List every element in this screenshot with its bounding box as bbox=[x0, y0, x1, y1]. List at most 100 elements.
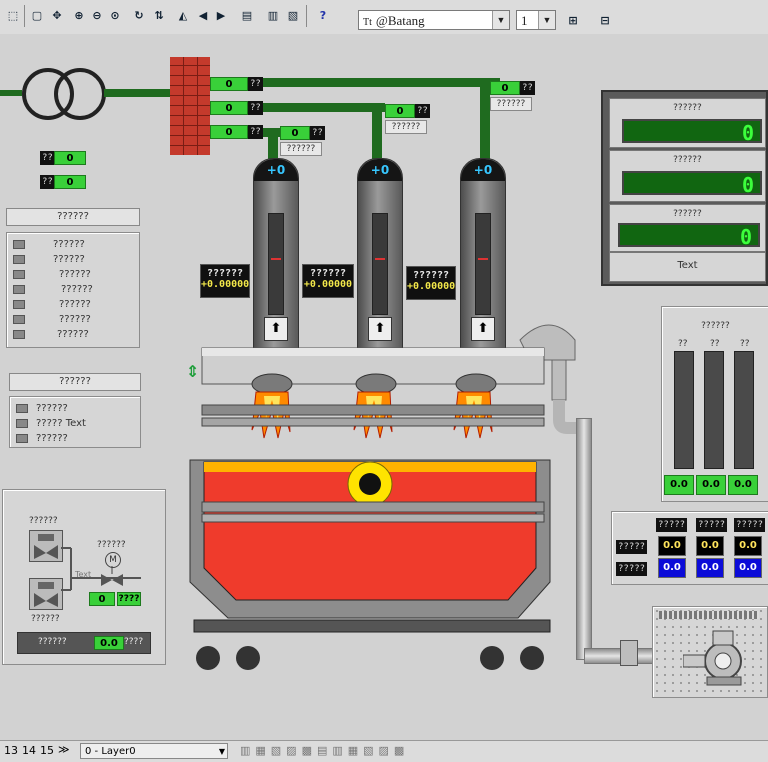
library-icon[interactable]: ▥ bbox=[264, 6, 282, 26]
lcd-row-1: ?????? 0 bbox=[609, 98, 766, 148]
mirror-right-icon[interactable]: ▶ bbox=[212, 6, 230, 26]
box-select-icon[interactable]: ▢ bbox=[28, 6, 46, 26]
burner-1-value: +0 bbox=[254, 159, 298, 181]
valve-icon bbox=[34, 534, 58, 559]
actuator-valve-1[interactable] bbox=[29, 530, 63, 562]
zoom-in-icon[interactable]: ⊕ bbox=[70, 6, 88, 26]
bar-1-value: 0.0 bbox=[664, 475, 694, 495]
valve-footer-unit: ???? bbox=[124, 637, 144, 647]
mirror-left-icon[interactable]: ◀ bbox=[194, 6, 212, 26]
move-icon[interactable]: ✥ bbox=[48, 6, 66, 26]
valve-panel: ?????? ?????? ?????? M Text 0 ???? ?????… bbox=[2, 489, 166, 665]
lcd-panel: ?????? 0 ?????? 0 ?????? 0 Text bbox=[601, 90, 768, 286]
left-unit-1: ?? bbox=[40, 151, 55, 165]
pipe-valve-icon[interactable] bbox=[620, 640, 638, 666]
pipe-unit-3: ?? bbox=[248, 125, 263, 139]
bars-panel-title: ?????? bbox=[701, 321, 730, 331]
font-name: @Batang bbox=[375, 13, 425, 28]
grid-header-3: ????? bbox=[734, 518, 766, 532]
list-item[interactable]: ?????? bbox=[7, 282, 139, 297]
font-size-combo[interactable]: 1 ▼ bbox=[516, 10, 556, 30]
pipe-value-3: 0 bbox=[210, 125, 248, 139]
lcd-row-1-label: ?????? bbox=[673, 103, 702, 113]
alignment-tools-icon[interactable]: ▥▦▧▨▩▤▥▦▧▨▩ bbox=[240, 744, 409, 757]
burner-flow-unit-3: ?? bbox=[520, 81, 535, 95]
valve-value: 0 bbox=[89, 592, 115, 606]
status-indicator bbox=[13, 269, 25, 279]
mode-item-label: ????? Text bbox=[36, 418, 86, 429]
grid-yellow-1: 0.0 bbox=[658, 536, 686, 556]
valve-footer-label: ?????? bbox=[38, 637, 67, 647]
zoom-window-icon[interactable]: ⊙ bbox=[106, 6, 124, 26]
chevron-down-icon: ▼ bbox=[218, 747, 225, 756]
grid-blue-2: 0.0 bbox=[696, 558, 724, 578]
furnace bbox=[189, 324, 580, 670]
actuator-valve-2[interactable] bbox=[29, 578, 63, 610]
page-tab-14[interactable]: 14 bbox=[22, 744, 36, 757]
list-item-label: ?????? bbox=[59, 314, 91, 325]
status-indicator bbox=[16, 418, 28, 428]
list-item[interactable]: ?????? bbox=[7, 267, 139, 282]
grid-row-label-1: ????? bbox=[616, 540, 648, 554]
valve-bottom-label: ?????? bbox=[31, 614, 60, 624]
image-icon[interactable]: ▧ bbox=[284, 6, 302, 26]
align-icon[interactable]: ⊞ bbox=[564, 11, 582, 31]
left-value-1: 0 bbox=[54, 151, 86, 165]
list-item[interactable]: ?????? bbox=[7, 312, 139, 327]
move-handle-icon[interactable]: ⇕ bbox=[186, 362, 199, 381]
bar-3-value: 0.0 bbox=[728, 475, 758, 495]
bar-2-label: ?? bbox=[710, 339, 720, 349]
bars-panel: ?????? ?? ?? ?? 0.0 0.0 0.0 bbox=[661, 306, 768, 502]
list-item[interactable]: ?????? bbox=[7, 327, 139, 342]
list-panel: ?????? ?????? ?????? ?????? ?????? ?????… bbox=[6, 232, 140, 348]
gas-pipe-1-drop bbox=[480, 78, 490, 168]
lcd-text-button[interactable]: Text bbox=[609, 252, 766, 282]
status-indicator bbox=[16, 403, 28, 413]
burner-2-value: +0 bbox=[358, 159, 402, 181]
motor-valve-icon[interactable] bbox=[99, 566, 125, 586]
burner-1-readout: ?????? +0.00000 bbox=[200, 264, 250, 298]
zoom-out-icon[interactable]: ⊖ bbox=[88, 6, 106, 26]
pipe-value-2: 0 bbox=[210, 101, 248, 115]
toolbar: ⬚ ▢ ✥ ⊕ ⊖ ⊙ ↻ ⇅ ◭ ◀ ▶ ▤ ▥ ▧ ? Tt @Batang … bbox=[0, 0, 768, 35]
page-tab-13[interactable]: 13 bbox=[4, 744, 18, 757]
rotate-icon[interactable]: ↻ bbox=[130, 6, 148, 26]
mode-item[interactable]: ????? Text bbox=[10, 416, 140, 431]
burner-flow-unit-1: ?? bbox=[310, 126, 325, 140]
burner-flow-label-1: ?????? bbox=[280, 142, 322, 156]
select-tool-icon[interactable]: ⬚ bbox=[4, 6, 22, 26]
list-item[interactable]: ?????? bbox=[7, 252, 139, 267]
list-item-label: ?????? bbox=[57, 329, 89, 340]
chevron-down-icon[interactable]: ▼ bbox=[492, 11, 509, 29]
status-indicator bbox=[13, 239, 25, 249]
help-icon[interactable]: ? bbox=[314, 6, 332, 26]
layer-icon[interactable]: ▤ bbox=[238, 6, 256, 26]
more-pages-icon[interactable]: ≫ bbox=[58, 743, 70, 756]
status-bar: 13 14 15 ≫ 0 - Layer0 ▼ ▥▦▧▨▩▤▥▦▧▨▩ bbox=[0, 740, 768, 762]
valve-footer: ?????? 0.0 ???? bbox=[17, 632, 151, 654]
page-tab-15[interactable]: 15 bbox=[40, 744, 54, 757]
flip-icon[interactable]: ⇅ bbox=[150, 6, 168, 26]
mode-item[interactable]: ?????? bbox=[10, 401, 140, 416]
status-indicator bbox=[16, 433, 28, 443]
mirror-horizontal-icon[interactable]: ◭ bbox=[174, 6, 192, 26]
left-value-2: 0 bbox=[54, 175, 86, 189]
chevron-down-icon[interactable]: ▼ bbox=[538, 11, 555, 29]
distribute-icon[interactable]: ⊟ bbox=[596, 11, 614, 31]
transformer-icon bbox=[0, 68, 170, 120]
pipe-value-1: 0 bbox=[210, 77, 248, 91]
pump-icon[interactable] bbox=[683, 621, 745, 687]
layer-select[interactable]: 0 - Layer0 ▼ bbox=[80, 743, 228, 759]
bar-3 bbox=[734, 351, 754, 469]
burner-flow-unit-2: ?? bbox=[415, 104, 430, 118]
list-item[interactable]: ?????? bbox=[7, 297, 139, 312]
list-item-label: ?????? bbox=[61, 284, 93, 295]
burner-flow-value-3: 0 bbox=[490, 81, 520, 95]
mode-item[interactable]: ?????? bbox=[10, 431, 140, 446]
lcd-row-3-label: ?????? bbox=[673, 209, 702, 219]
burner-3-value: +0 bbox=[461, 159, 505, 181]
burner-3-readout-label: ?????? bbox=[412, 270, 450, 281]
list-item[interactable]: ?????? bbox=[7, 237, 139, 252]
font-combo[interactable]: Tt @Batang ▼ bbox=[358, 10, 510, 30]
status-indicator bbox=[13, 329, 25, 339]
